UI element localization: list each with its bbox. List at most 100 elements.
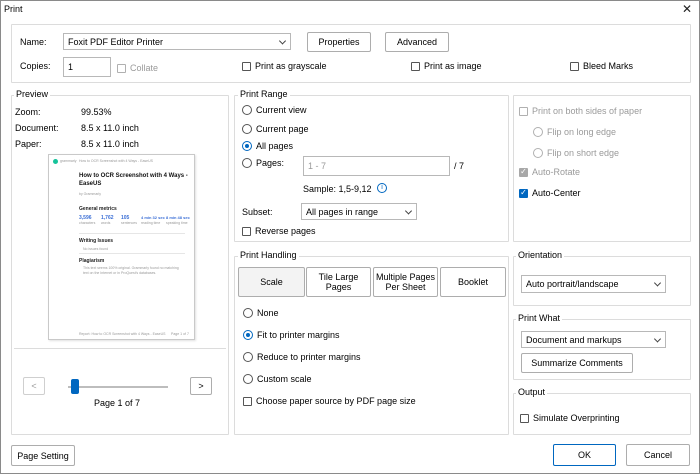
thumb-divider — [79, 253, 185, 254]
scale-none-radio-circle — [243, 308, 253, 318]
print-as-image-check-box — [411, 61, 420, 71]
auto-center-label: Auto-Center — [532, 188, 581, 198]
chevron-down-icon — [278, 36, 287, 45]
print-what-select[interactable]: Document and markups — [521, 331, 666, 348]
preview-page-thumbnail: grammarly How to OCR Screenshot with 4 W… — [48, 154, 195, 340]
flip-long-edge-radio[interactable]: Flip on long edge — [533, 127, 616, 137]
custom-scale-radio[interactable]: Custom scale — [243, 374, 312, 384]
summarize-comments-button[interactable]: Summarize Comments — [521, 353, 633, 373]
tab-multiple-pages-per-sheet[interactable]: Multiple Pages Per Sheet — [373, 267, 438, 297]
page-slider-track[interactable] — [68, 386, 168, 388]
reverse-pages-check-box — [242, 226, 251, 236]
current-view-radio[interactable]: Current view — [242, 105, 307, 115]
current-page-label: Current page — [256, 124, 309, 134]
properties-button[interactable]: Properties — [307, 32, 371, 52]
fit-margins-label: Fit to printer margins — [257, 330, 340, 340]
advanced-button[interactable]: Advanced — [385, 32, 449, 52]
paper-size-label: Paper: — [15, 139, 42, 149]
thumb-metric-label: speaking time — [166, 221, 188, 225]
orientation-select[interactable]: Auto portrait/landscape — [521, 275, 666, 293]
print-what-title: Print What — [516, 313, 563, 323]
paper-source-checkbox[interactable]: Choose paper source by PDF page size — [243, 396, 416, 406]
copies-label: Copies: — [20, 61, 51, 71]
tab-multi-label-1: Multiple Pages — [375, 272, 436, 282]
output-title: Output — [516, 387, 548, 397]
orientation-title: Orientation — [516, 250, 565, 260]
page-setting-button[interactable]: Page Setting — [11, 445, 75, 466]
thumb-heading-line2: EaseUS — [79, 181, 102, 187]
current-view-label: Current view — [256, 105, 307, 115]
grayscale-checkbox[interactable]: Print as grayscale — [242, 61, 327, 71]
thumb-footer-left: Report: How to OCR Screenshot with 4 Way… — [79, 332, 166, 336]
thumb-footer-right: Page 1 of 7 — [171, 332, 189, 336]
pages-radio[interactable]: Pages: — [242, 158, 284, 168]
reduce-margins-label: Reduce to printer margins — [257, 352, 361, 362]
custom-scale-radio-circle — [243, 374, 253, 384]
fit-margins-radio-circle — [243, 330, 253, 340]
thumb-plagiarism-text: This text seems 100% original. Grammarly… — [83, 266, 179, 275]
thumb-heading-line1: How to OCR Screenshot with 4 Ways - — [79, 173, 188, 179]
auto-rotate-check-box: ✓ — [519, 167, 528, 177]
window-title: Print — [4, 4, 23, 14]
copies-value: 1 — [68, 62, 74, 72]
thumb-metric-label: reading time — [141, 221, 161, 225]
auto-center-check-box: ✓ — [519, 188, 528, 198]
tab-booklet[interactable]: Booklet — [440, 267, 506, 297]
bleed-marks-check-box — [570, 61, 579, 71]
previous-page-button[interactable]: < — [23, 377, 45, 395]
ok-button[interactable]: OK — [553, 444, 616, 466]
both-sides-checkbox[interactable]: Print on both sides of paper — [519, 106, 642, 116]
all-pages-radio-circle — [242, 141, 252, 151]
next-page-button[interactable]: > — [190, 377, 212, 395]
simulate-overprinting-label: Simulate Overprinting — [533, 413, 620, 423]
printer-select[interactable]: Foxit PDF Editor Printer — [63, 33, 291, 50]
custom-scale-label: Custom scale — [257, 374, 312, 384]
current-page-radio[interactable]: Current page — [242, 124, 309, 134]
zoom-value: 99.53% — [81, 107, 112, 117]
reduce-margins-radio[interactable]: Reduce to printer margins — [243, 352, 361, 362]
chevron-down-icon — [404, 206, 413, 215]
paper-source-label: Choose paper source by PDF page size — [256, 396, 416, 406]
chevron-down-icon — [653, 279, 662, 287]
close-icon[interactable]: ✕ — [677, 2, 697, 18]
document-size-value: 8.5 x 11.0 inch — [81, 123, 139, 133]
pages-input-placeholder: 1 - 7 — [308, 161, 327, 171]
fit-margins-radio[interactable]: Fit to printer margins — [243, 330, 340, 340]
pages-input[interactable]: 1 - 7 — [303, 156, 450, 176]
tab-tile-large-pages[interactable]: Tile Large Pages — [306, 267, 371, 297]
collate-check-box — [117, 63, 126, 73]
thumb-header-small: How to OCR Screenshot with 4 Ways - Ease… — [79, 159, 153, 163]
subset-select-value: All pages in range — [306, 206, 379, 217]
all-pages-radio[interactable]: All pages — [242, 141, 293, 151]
page-slider-thumb[interactable] — [70, 379, 79, 394]
page-indicator: Page 1 of 7 — [94, 398, 141, 408]
auto-rotate-checkbox[interactable]: ✓ Auto-Rotate — [519, 167, 580, 177]
collate-checkbox[interactable]: Collate — [117, 63, 158, 73]
reverse-pages-checkbox[interactable]: Reverse pages — [242, 226, 316, 236]
flip-short-edge-radio[interactable]: Flip on short edge — [533, 148, 619, 158]
thumb-brand: grammarly — [60, 159, 77, 163]
print-as-image-checkbox[interactable]: Print as image — [411, 61, 482, 71]
bleed-marks-checkbox[interactable]: Bleed Marks — [570, 61, 633, 71]
collate-label: Collate — [130, 63, 159, 73]
info-icon[interactable]: i — [377, 183, 387, 193]
thumb-metric-label: sentences — [121, 221, 137, 225]
scale-none-radio[interactable]: None — [243, 308, 279, 318]
preview-title: Preview — [14, 89, 51, 99]
pages-label: Pages: — [256, 158, 285, 168]
tab-scale[interactable]: Scale — [238, 267, 305, 297]
subset-select[interactable]: All pages in range — [301, 203, 417, 220]
flip-long-edge-radio-circle — [533, 127, 543, 137]
thumb-metric-label: words — [101, 221, 111, 225]
print-dialog: Print ✕ Name: Foxit PDF Editor Printer P… — [0, 0, 700, 474]
simulate-overprinting-checkbox[interactable]: Simulate Overprinting — [520, 413, 620, 423]
chevron-down-icon — [653, 334, 662, 343]
both-sides-label: Print on both sides of paper — [532, 106, 643, 116]
tab-booklet-label: Booklet — [457, 277, 489, 287]
grayscale-label: Print as grayscale — [255, 61, 327, 71]
copies-input[interactable]: 1 — [63, 57, 111, 77]
orientation-select-value: Auto portrait/landscape — [526, 279, 619, 289]
cancel-button[interactable]: Cancel — [626, 444, 690, 466]
auto-center-checkbox[interactable]: ✓ Auto-Center — [519, 188, 581, 198]
simulate-overprinting-check-box — [520, 413, 529, 423]
